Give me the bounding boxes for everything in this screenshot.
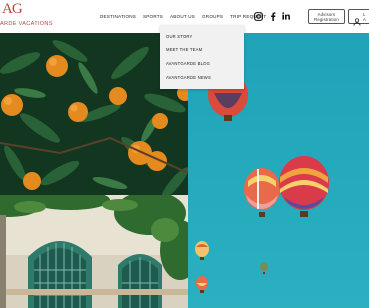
linkedin-icon[interactable] xyxy=(281,11,291,21)
dropdown-item-avantgarde-news[interactable]: AVANTGARDE NEWS xyxy=(166,75,211,80)
advisors-registration-button[interactable]: Advisors Registration xyxy=(308,9,345,24)
login-label: L A xyxy=(363,12,366,22)
login-button[interactable]: L A xyxy=(348,9,369,26)
dropdown-item-meet-the-team[interactable]: MEET THE TEAM xyxy=(166,47,202,52)
dropdown-item-our-story[interactable]: OUR STORY xyxy=(166,34,193,39)
nav-destinations[interactable]: DESTINATIONS xyxy=(100,14,136,19)
login-label-line2: A xyxy=(363,17,366,22)
main-nav: DESTINATIONS SPORTS ABOUT US GROUPS TRIP… xyxy=(100,14,266,19)
facebook-icon[interactable] xyxy=(268,11,278,21)
user-icon xyxy=(353,13,361,31)
logo-text: ARDE VACATIONS xyxy=(0,21,53,27)
instagram-icon[interactable] xyxy=(253,11,263,21)
nav-groups[interactable]: GROUPS xyxy=(202,14,223,19)
dropdown-item-avantgarde-blog[interactable]: AVANTGARDE BLOG xyxy=(166,61,210,66)
about-us-dropdown: OUR STORY MEET THE TEAM AVANTGARDE BLOG … xyxy=(160,25,244,89)
advisors-label-line2: Registration xyxy=(314,16,339,22)
brand-logo[interactable]: AG ARDE VACATIONS xyxy=(0,3,60,29)
nav-about-us[interactable]: ABOUT US xyxy=(170,14,195,19)
moroccan-garden-photo xyxy=(0,195,188,308)
nav-sports[interactable]: SPORTS xyxy=(143,14,163,19)
logo-mark: AG xyxy=(2,3,23,17)
